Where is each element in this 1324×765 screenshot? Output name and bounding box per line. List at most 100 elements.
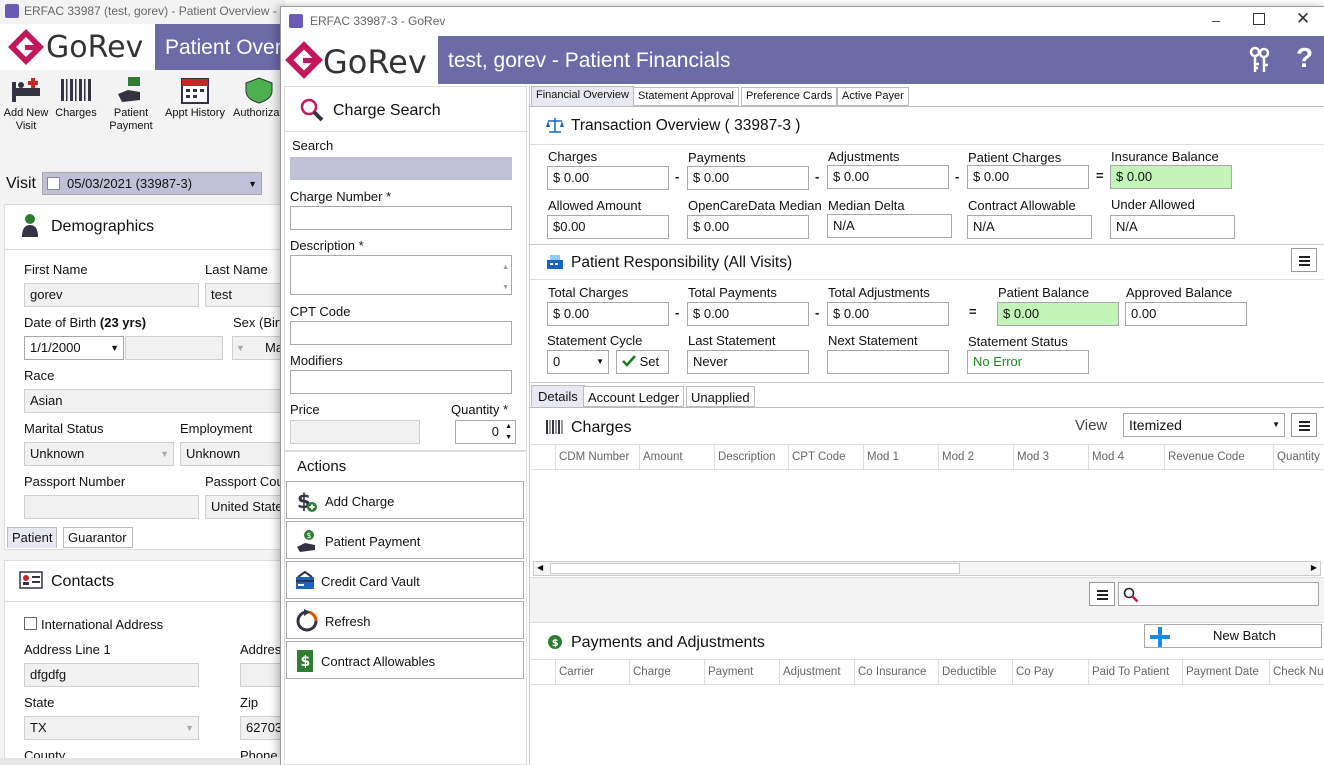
tab-details[interactable]: Details bbox=[531, 385, 585, 407]
users-keys-icon[interactable] bbox=[1246, 46, 1272, 74]
column-header[interactable]: Payment Date bbox=[1182, 660, 1272, 684]
column-header[interactable]: Mod 1 bbox=[863, 445, 938, 469]
tab-patient[interactable]: Patient bbox=[7, 527, 58, 548]
set-button[interactable]: Set bbox=[616, 350, 669, 374]
contacts-panel: Contacts International Address Address L… bbox=[4, 560, 286, 765]
charges-menu-button[interactable] bbox=[1291, 413, 1317, 437]
action-label: Refresh bbox=[325, 614, 371, 629]
price-input[interactable] bbox=[290, 420, 420, 444]
scroll-left-icon[interactable]: ◀ bbox=[537, 563, 543, 572]
toolbar-patient-payment[interactable]: Patient Payment bbox=[104, 76, 158, 142]
last-name-field[interactable]: test bbox=[205, 283, 286, 307]
tab-account-ledger[interactable]: Account Ledger bbox=[583, 386, 685, 407]
visit-select[interactable]: 05/03/2021 (33987-3) ▼ bbox=[42, 172, 262, 195]
charges-search-input[interactable] bbox=[1118, 582, 1319, 606]
modifiers-input[interactable] bbox=[290, 370, 512, 394]
column-header[interactable]: Carrier bbox=[555, 660, 631, 684]
tab-statement-approval[interactable]: Statement Approval bbox=[633, 87, 740, 106]
view-select[interactable]: Itemized ▼ bbox=[1123, 413, 1285, 437]
tab-unapplied[interactable]: Unapplied bbox=[686, 386, 755, 407]
visit-checkbox[interactable] bbox=[47, 177, 60, 190]
column-header[interactable]: Co Insurance bbox=[854, 660, 940, 684]
to-adjustments-label: Adjustments bbox=[828, 149, 900, 164]
column-header[interactable]: Adjustment bbox=[779, 660, 855, 684]
column-header[interactable]: Payment bbox=[704, 660, 780, 684]
close-button[interactable]: ✕ bbox=[1293, 9, 1313, 29]
bg-title-bar: ERFAC 33987 (test, gorev) - Patient Over… bbox=[0, 0, 289, 22]
patient-payment-button[interactable]: $ Patient Payment bbox=[286, 521, 524, 559]
new-batch-button[interactable]: New Batch bbox=[1144, 624, 1322, 648]
search-input[interactable] bbox=[290, 157, 512, 180]
add-charge-button[interactable]: $ Add Charge bbox=[286, 481, 524, 519]
maximize-button[interactable] bbox=[1253, 13, 1265, 25]
next-statement-label: Next Statement bbox=[828, 333, 918, 348]
description-input[interactable]: ▲ ▼ bbox=[290, 255, 512, 295]
first-name-label: First Name bbox=[24, 262, 88, 277]
quantity-stepper[interactable]: 0 ▲ ▼ bbox=[455, 420, 516, 444]
pr-menu-button[interactable] bbox=[1291, 248, 1317, 272]
tab-active-payer[interactable]: Active Payer bbox=[837, 87, 909, 106]
pr-total-payments-label: Total Payments bbox=[688, 285, 777, 300]
column-header[interactable]: Mod 4 bbox=[1088, 445, 1164, 469]
chevron-down-icon: ▼ bbox=[1272, 420, 1280, 429]
race-field[interactable]: Asian bbox=[24, 389, 286, 413]
tab-financial-overview[interactable]: Financial Overview bbox=[531, 86, 634, 106]
stepper-down-icon[interactable]: ▼ bbox=[505, 433, 512, 442]
toolbar-add-visit[interactable]: Add New Visit bbox=[0, 76, 52, 142]
column-header[interactable]: Quantity bbox=[1273, 445, 1324, 469]
minimize-button[interactable]: – bbox=[1206, 12, 1226, 30]
help-icon[interactable]: ? bbox=[1296, 42, 1313, 74]
intl-checkbox[interactable] bbox=[24, 617, 37, 630]
column-header[interactable]: Co Pay bbox=[1012, 660, 1088, 684]
addr1-field[interactable]: dfgdfg bbox=[24, 663, 199, 687]
refresh-button[interactable]: Refresh bbox=[286, 601, 524, 639]
dob-spinner[interactable] bbox=[125, 336, 223, 360]
contract-allowables-button[interactable]: $ Contract Allowables bbox=[286, 641, 524, 679]
column-header[interactable]: Check Nu bbox=[1269, 660, 1324, 684]
search-label: Search bbox=[292, 138, 334, 153]
scrollbar-thumb[interactable] bbox=[550, 563, 960, 574]
column-header[interactable]: CDM Number bbox=[555, 445, 641, 469]
first-name-field[interactable]: gorev bbox=[24, 283, 199, 307]
barcode-icon bbox=[546, 420, 563, 434]
to-contract-allowable-label: Contract Allowable bbox=[968, 198, 1076, 213]
column-header[interactable]: Amount bbox=[639, 445, 714, 469]
toolbar-charges[interactable]: Charges bbox=[52, 76, 100, 142]
chevron-down-icon: ▼ bbox=[248, 179, 257, 189]
passport-country-field[interactable]: United State bbox=[205, 495, 286, 519]
last-statement-field: Never bbox=[687, 350, 809, 374]
employment-field[interactable]: Unknown bbox=[180, 442, 286, 466]
horizontal-scrollbar[interactable]: ◀ ▶ bbox=[533, 561, 1321, 576]
charge-number-input[interactable] bbox=[290, 206, 512, 230]
sex-field[interactable]: ▼ Ma bbox=[232, 336, 286, 360]
statement-cycle-select[interactable]: 0 ▼ bbox=[547, 350, 609, 374]
cpt-input[interactable] bbox=[290, 321, 512, 345]
toolbar-label: Add New Visit bbox=[3, 107, 49, 132]
column-header[interactable]: Mod 2 bbox=[938, 445, 1013, 469]
state-field[interactable]: TX ▼ bbox=[24, 716, 199, 740]
tab-guarantor[interactable]: Guarantor bbox=[63, 527, 133, 548]
search-icon bbox=[300, 98, 324, 122]
race-label: Race bbox=[24, 368, 55, 383]
column-header[interactable]: Paid To Patient bbox=[1088, 660, 1184, 684]
column-header[interactable]: Revenue Code bbox=[1164, 445, 1275, 469]
column-header[interactable]: Description bbox=[714, 445, 790, 469]
column-header[interactable]: Mod 3 bbox=[1013, 445, 1088, 469]
column-header[interactable]: Deductible bbox=[938, 660, 1013, 684]
toolbar-appt-history[interactable]: Appt History bbox=[162, 76, 228, 142]
passport-field[interactable] bbox=[24, 495, 199, 519]
stepper-up-icon[interactable]: ▲ bbox=[505, 422, 512, 431]
scroll-right-icon[interactable]: ▶ bbox=[1311, 563, 1317, 572]
modifiers-label: Modifiers bbox=[290, 353, 343, 368]
dob-field[interactable]: 1/1/2000 ▼ bbox=[24, 336, 124, 360]
tab-preference-cards[interactable]: Preference Cards bbox=[741, 87, 838, 106]
column-header[interactable]: CPT Code bbox=[788, 445, 866, 469]
scroll-up-icon[interactable]: ▲ bbox=[502, 257, 509, 279]
marital-field[interactable]: Unknown ▼ bbox=[24, 442, 174, 466]
charges-footer-menu-button[interactable] bbox=[1089, 582, 1115, 606]
patient-responsibility-title: Patient Responsibility (All Visits) bbox=[571, 254, 793, 271]
credit-card-vault-button[interactable]: Credit Card Vault bbox=[286, 561, 524, 599]
scroll-down-icon[interactable]: ▼ bbox=[502, 283, 509, 293]
toolbar-authorization[interactable]: Authorizati bbox=[232, 76, 286, 142]
column-header[interactable]: Charge bbox=[629, 660, 704, 684]
